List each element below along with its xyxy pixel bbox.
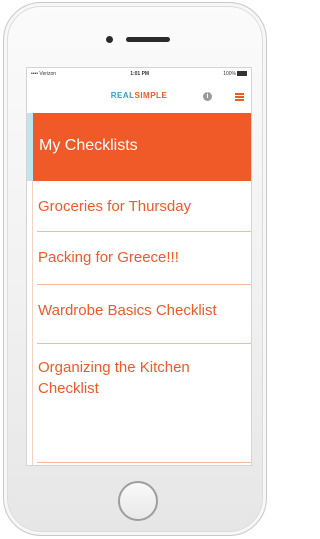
earpiece-speaker (126, 37, 170, 42)
battery-percent: 100% (223, 70, 236, 77)
list-item-label: Organizing the Kitchen Checklist (38, 359, 190, 397)
home-button[interactable] (118, 481, 158, 521)
phone-frame: •••• Verizon 1:01 PM 100% REALSIMPLE i M… (3, 2, 267, 536)
phone-screen: •••• Verizon 1:01 PM 100% REALSIMPLE i M… (26, 67, 252, 466)
list-item[interactable]: Groceries for Thursday (37, 181, 251, 232)
info-icon[interactable]: i (203, 92, 212, 101)
front-camera (106, 36, 113, 43)
status-right: 100% (223, 71, 247, 77)
app-logo[interactable]: REALSIMPLE (27, 91, 251, 100)
list-item[interactable]: Organizing the Kitchen Checklist (37, 344, 251, 464)
hamburger-menu-icon[interactable] (235, 93, 244, 101)
list-item-label: Groceries for Thursday (38, 198, 192, 215)
list-item[interactable]: Wardrobe Basics Checklist (37, 285, 251, 344)
battery-icon (237, 70, 247, 76)
list-item-label: Wardrobe Basics Checklist (38, 302, 217, 319)
checklist-nav-my-checklists[interactable]: My Checklists (27, 113, 251, 181)
status-time: 1:01 PM (130, 70, 150, 77)
list-item[interactable]: Packing for Greece!!! (37, 232, 251, 285)
active-item-label: My Checklists (39, 137, 138, 154)
logo-real: REAL (110, 91, 135, 100)
list-item-partial[interactable] (37, 462, 251, 465)
app-header: REALSIMPLE i (27, 79, 251, 113)
logo-simple: SIMPLE (134, 91, 168, 100)
list-item-label: Packing for Greece!!! (38, 249, 179, 266)
list-left-rule (27, 181, 33, 465)
carrier-label: •••• Verizon (31, 70, 57, 77)
status-bar: •••• Verizon 1:01 PM 100% (27, 68, 251, 79)
active-indicator (27, 113, 33, 181)
